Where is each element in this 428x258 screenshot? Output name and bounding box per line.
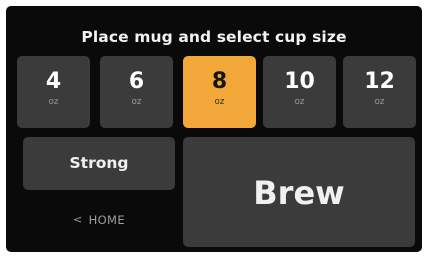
cup-size-value: 8 [211, 69, 228, 94]
cup-size-unit: oz [131, 97, 142, 107]
brew-button[interactable]: Brew [183, 137, 415, 247]
cup-size-unit: oz [48, 97, 59, 107]
cup-size-6oz-button[interactable]: 6 oz [100, 56, 173, 128]
cup-size-unit: oz [374, 97, 385, 107]
page-title: Place mug and select cup size [81, 28, 347, 46]
cup-size-value: 10 [284, 69, 315, 94]
cup-size-10oz-button[interactable]: 10 oz [263, 56, 336, 128]
strength-button[interactable]: Strong [23, 137, 175, 190]
cup-size-value: 12 [364, 69, 395, 94]
brewer-screen: Place mug and select cup size 4 oz 6 oz … [6, 6, 422, 252]
cup-size-value: 4 [45, 69, 62, 94]
chevron-left-icon: < [72, 212, 83, 226]
cup-size-unit: oz [214, 97, 225, 107]
cup-size-12oz-button[interactable]: 12 oz [343, 56, 416, 128]
cup-size-value: 6 [128, 69, 145, 94]
home-link[interactable]: < HOME [23, 212, 175, 227]
cup-size-4oz-button[interactable]: 4 oz [17, 56, 90, 128]
cup-size-unit: oz [294, 97, 305, 107]
home-label: HOME [88, 212, 126, 227]
cup-size-8oz-button[interactable]: 8 oz [183, 56, 256, 128]
